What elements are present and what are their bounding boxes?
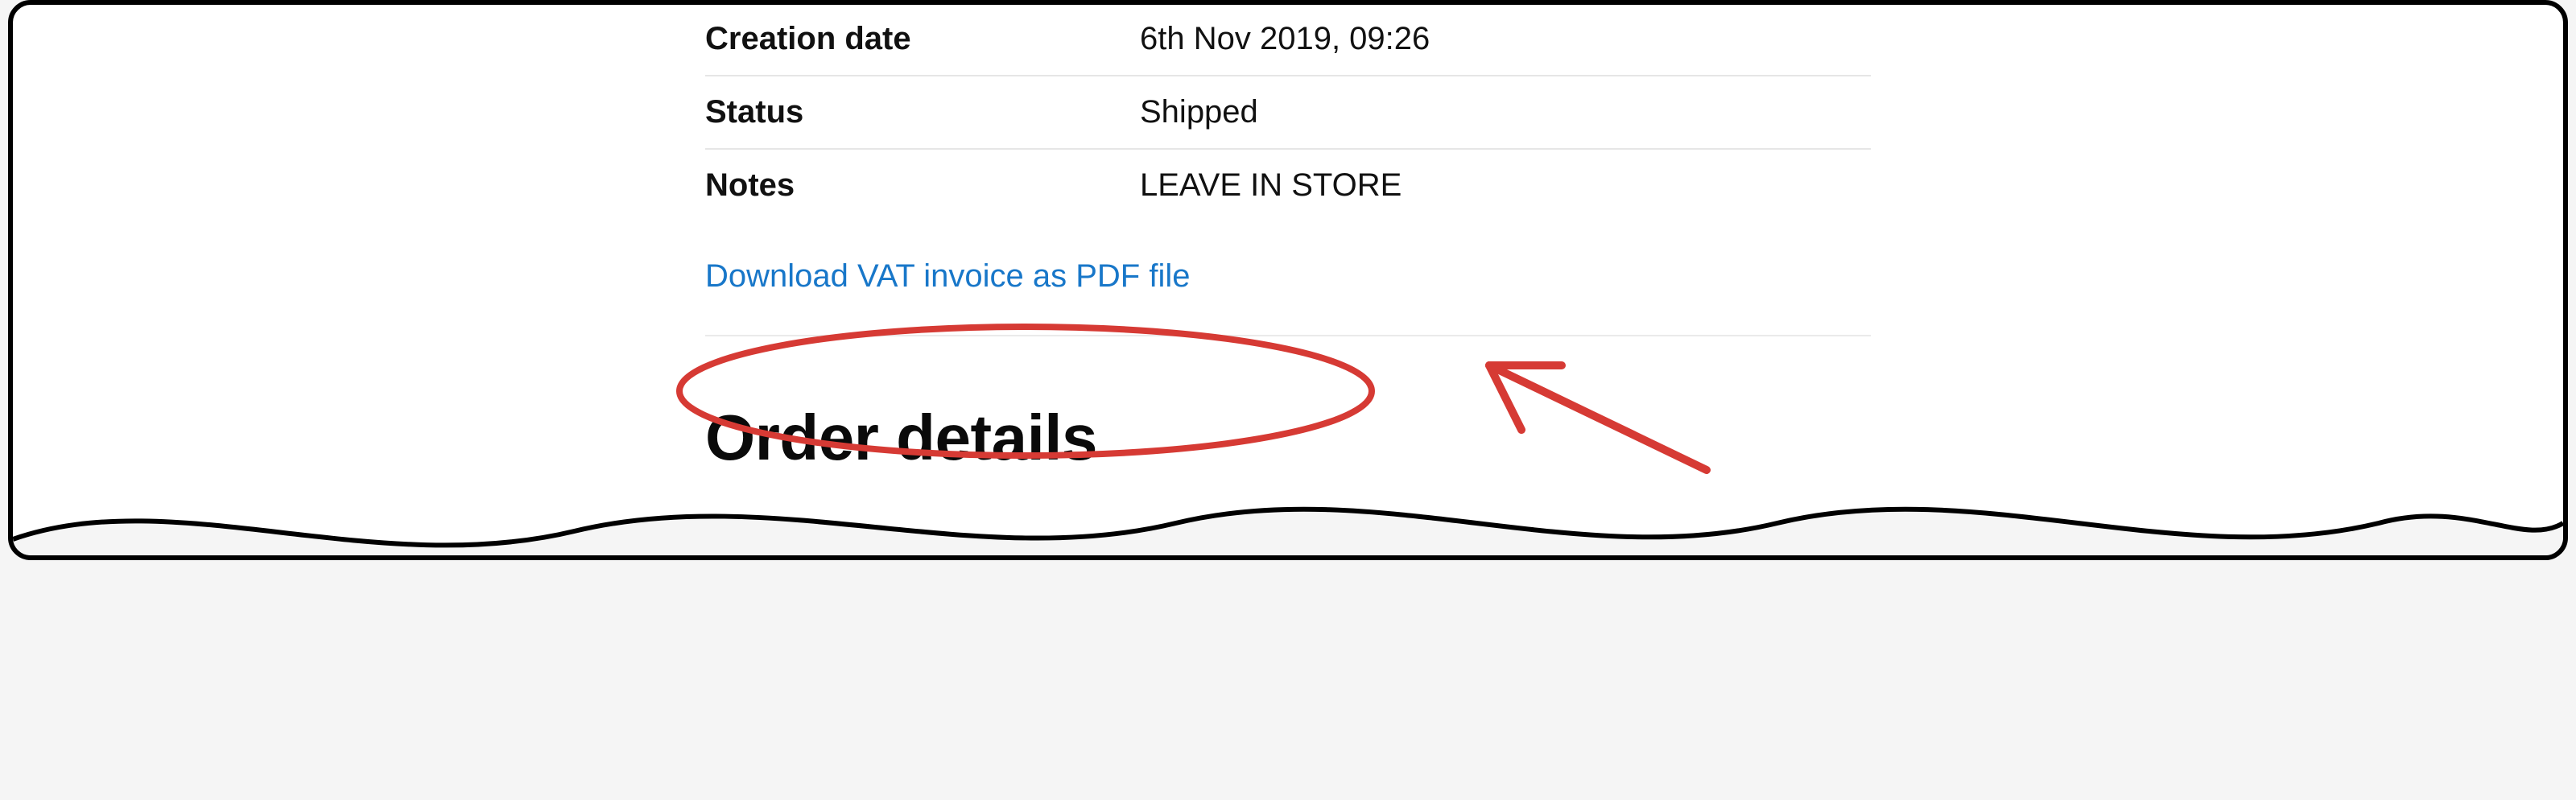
download-row: Download VAT invoice as PDF file xyxy=(705,221,1871,336)
order-details-heading: Order details xyxy=(705,401,2563,475)
order-summary: Creation date 6th Nov 2019, 09:26 Status… xyxy=(13,5,2563,475)
row-label: Status xyxy=(705,94,1140,130)
row-value: Shipped xyxy=(1140,94,1258,130)
row-label: Creation date xyxy=(705,21,1140,57)
summary-row: Creation date 6th Nov 2019, 09:26 xyxy=(705,5,1871,76)
row-value: 6th Nov 2019, 09:26 xyxy=(1140,21,1430,57)
download-vat-invoice-link[interactable]: Download VAT invoice as PDF file xyxy=(705,258,1190,295)
row-label: Notes xyxy=(705,167,1140,204)
summary-row: Status Shipped xyxy=(705,76,1871,150)
order-card: Creation date 6th Nov 2019, 09:26 Status… xyxy=(8,0,2568,560)
summary-row: Notes LEAVE IN STORE xyxy=(705,150,1871,221)
row-value: LEAVE IN STORE xyxy=(1140,167,1402,204)
summary-table: Creation date 6th Nov 2019, 09:26 Status… xyxy=(705,5,1871,221)
